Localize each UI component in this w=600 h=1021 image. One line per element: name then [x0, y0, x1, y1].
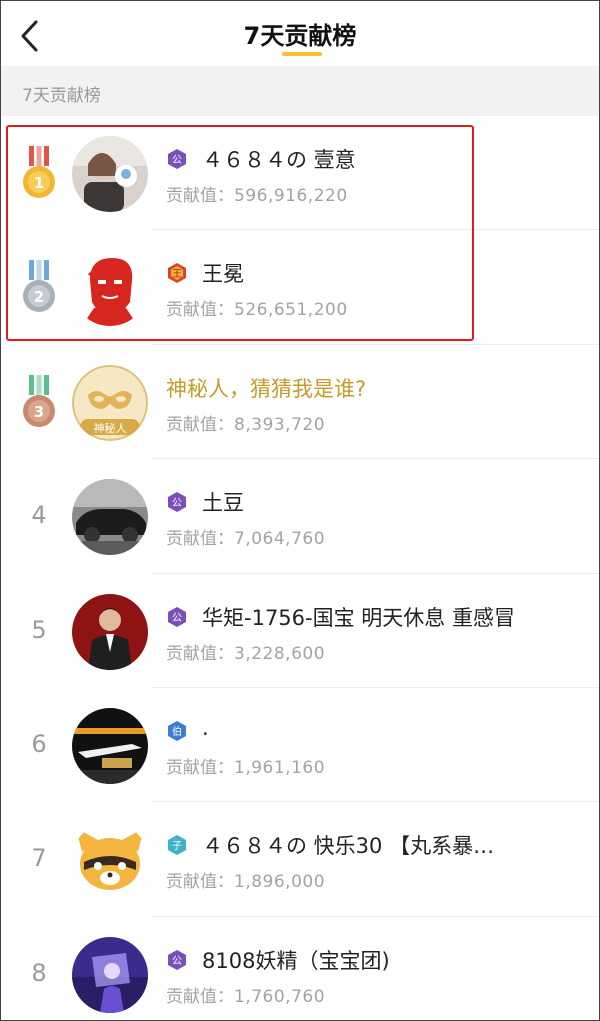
- leaderboard-row[interactable]: 3 神秘人 神秘人，猜猜我是谁? 贡献值：8,393,720: [0, 344, 600, 460]
- contribution-value: 贡献值：1,896,000: [166, 872, 326, 893]
- contribution-value: 贡献值：526,651,200: [166, 300, 348, 321]
- user-name: 王冕: [202, 262, 244, 287]
- leaderboard-row[interactable]: 1 公 ４６８４の 壹意 贡献值：596,916,220: [0, 116, 600, 231]
- section-header: 7天贡献榜: [0, 66, 600, 116]
- section-label: 7天贡献榜: [22, 86, 101, 106]
- avatar[interactable]: [72, 593, 148, 670]
- leaderboard-row[interactable]: 4 公 土豆 贡献值：7,064,760: [0, 459, 600, 574]
- contribution-value: 贡献值：8,393,720: [166, 414, 326, 435]
- contribution-value: 贡献值：3,228,600: [166, 643, 326, 664]
- user-name: 神秘人，猜猜我是谁?: [166, 376, 367, 401]
- user-name: .: [202, 715, 209, 740]
- avatar[interactable]: [72, 250, 148, 327]
- user-name: 华矩-1756-国宝 明天休息 重感冒: [202, 605, 515, 630]
- contribution-value: 贡献值：7,064,760: [166, 529, 326, 550]
- leaderboard-row[interactable]: 6 伯 . 贡献值：1,961,160: [0, 687, 600, 803]
- contribution-value: 贡献值：1,760,760: [166, 986, 326, 1007]
- badge-text: 伯: [172, 725, 182, 738]
- leaderboard-row[interactable]: 5 公 华矩-1756-国宝 明天休息 重感冒 贡献值：3,228,600: [0, 573, 600, 688]
- user-name: ４６８４の 壹意: [202, 148, 356, 172]
- user-name: ４６８４の 快乐30 【丸系暴…: [202, 834, 495, 859]
- avatar[interactable]: [72, 822, 148, 899]
- header-bar: 7天贡献榜: [0, 0, 600, 66]
- bronze-medal-icon: 3: [23, 374, 55, 427]
- contribution-value: 贡献值：1,961,160: [166, 757, 326, 778]
- rank-badge-icon: 伯: [168, 720, 186, 741]
- user-name: 土豆: [202, 491, 244, 516]
- title-underline: [282, 52, 322, 56]
- avatar[interactable]: [72, 479, 148, 556]
- mystery-avatar[interactable]: 神秘人: [72, 364, 148, 441]
- rank-badge-icon: 王: [168, 263, 186, 284]
- leaderboard-list: 1 公 ４６８４の 壹意 贡献值：596,916,220 2 王 王冕 贡献值：…: [0, 116, 600, 1021]
- badge-text: 公: [172, 956, 182, 967]
- badge-text: 王: [172, 269, 182, 280]
- leaderboard-row[interactable]: 2 王 王冕 贡献值：526,651,200: [0, 230, 600, 345]
- rank-number: 5: [31, 615, 47, 644]
- avatar[interactable]: [72, 936, 148, 1013]
- rank-badge-icon: 子: [168, 835, 186, 856]
- badge-text: 公: [172, 498, 182, 509]
- page-title: 7天贡献榜: [243, 22, 357, 50]
- badge-text: 子: [172, 840, 182, 852]
- avatar[interactable]: [72, 136, 148, 212]
- leaderboard-row[interactable]: 8 公 8108妖精（宝宝团) 贡献值：1,760,760: [0, 916, 600, 1021]
- leaderboard-row[interactable]: 7 子 ４６８４の 快乐30 【丸系暴… 贡献值：1,896,000: [0, 802, 600, 917]
- rank-badge-icon: 公: [168, 949, 186, 970]
- rank-badge-icon: 公: [168, 492, 186, 513]
- gold-medal-icon: 1: [23, 146, 55, 198]
- badge-text: 公: [172, 155, 182, 166]
- svg-text:3: 3: [34, 403, 44, 421]
- rank-badge-icon: 公: [168, 606, 186, 627]
- avatar[interactable]: [72, 707, 148, 784]
- svg-text:1: 1: [34, 174, 44, 192]
- rank-number: 8: [31, 958, 47, 987]
- rank-badge-icon: 公: [168, 149, 186, 169]
- rank-number: 6: [31, 729, 47, 758]
- contribution-value: 贡献值：596,916,220: [166, 186, 348, 206]
- rank-number: 7: [31, 844, 47, 873]
- user-name: 8108妖精（宝宝团): [202, 948, 390, 973]
- badge-text: 公: [172, 613, 182, 624]
- silver-medal-icon: 2: [23, 260, 55, 313]
- svg-text:2: 2: [34, 288, 44, 306]
- rank-number: 4: [31, 501, 47, 530]
- mystery-avatar-label: 神秘人: [94, 421, 127, 435]
